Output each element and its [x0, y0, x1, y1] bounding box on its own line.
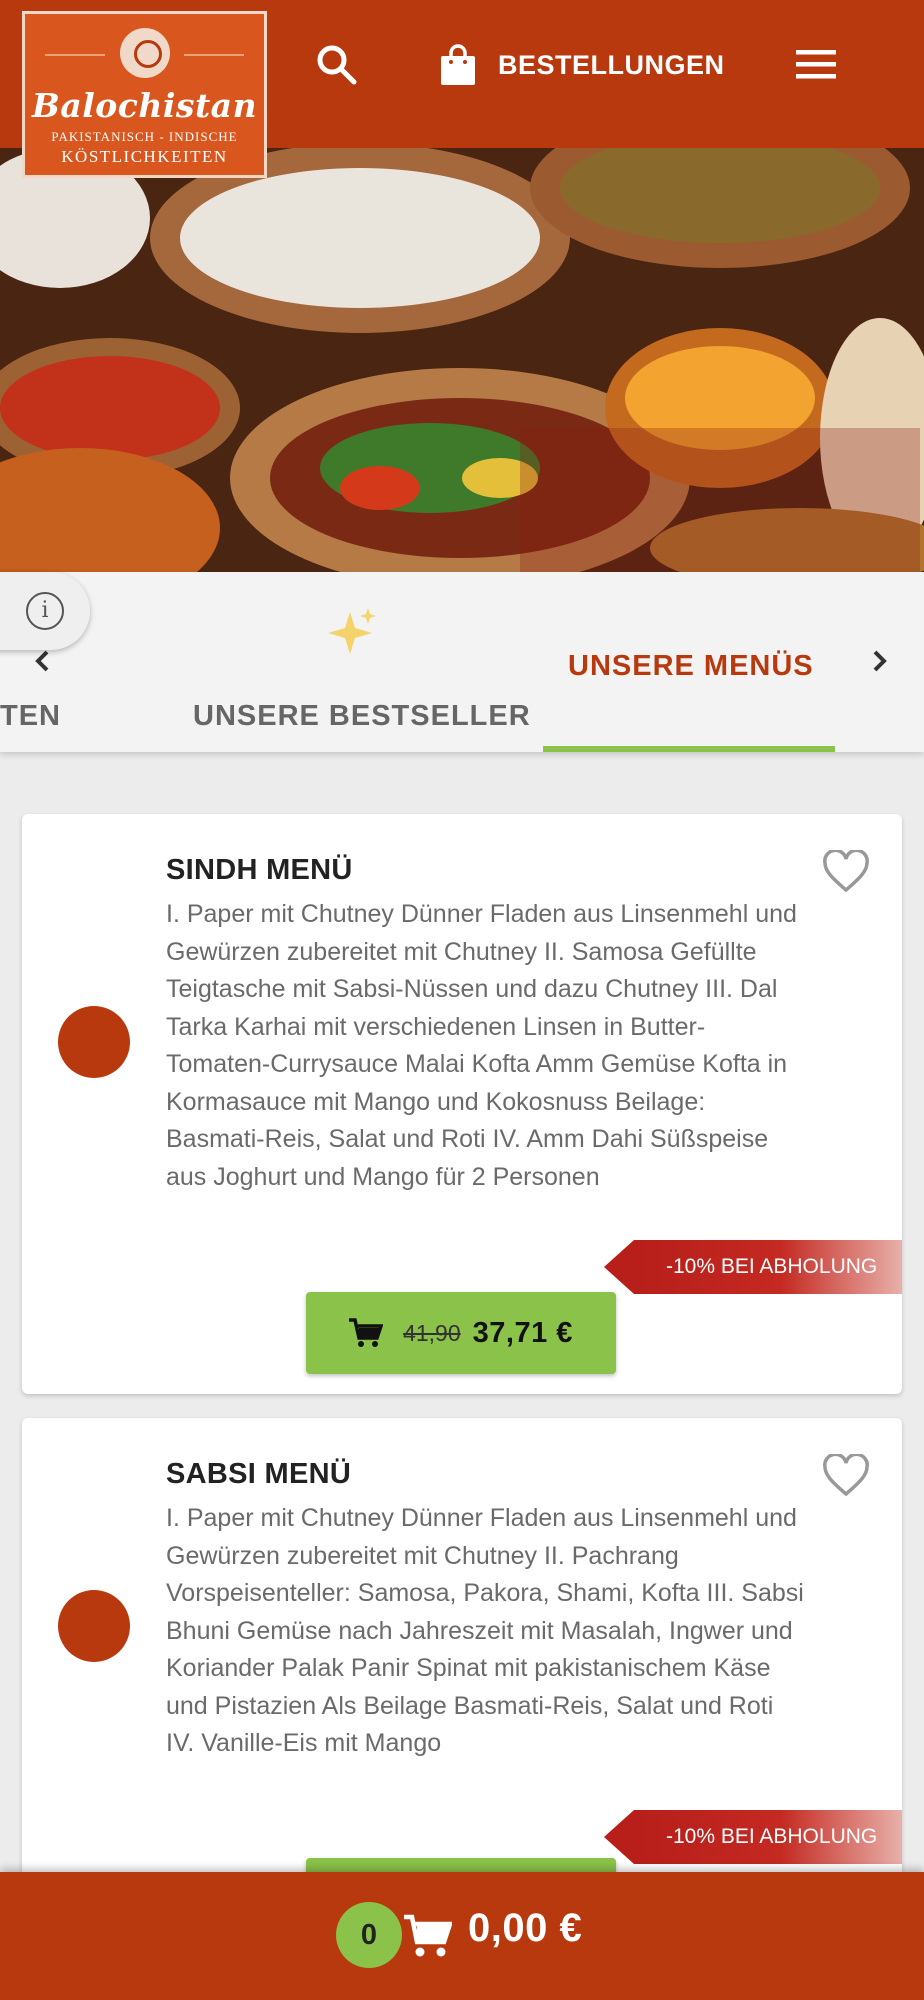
cart-count-badge: 0: [336, 1902, 402, 1968]
flourish-left: [45, 54, 105, 56]
logo-brand: Balochistan: [31, 86, 258, 125]
info-button[interactable]: i: [0, 572, 90, 650]
heart-icon[interactable]: [822, 850, 870, 894]
category-dot: [58, 1590, 130, 1662]
pickup-discount-badge: -10% BEI ABHOLUNG: [604, 1240, 902, 1294]
cart-bar[interactable]: 0 0,00 €: [0, 1872, 924, 2000]
hamburger-menu-icon[interactable]: [796, 48, 836, 80]
orders-label: BESTELLUNGEN: [498, 49, 725, 80]
orders-button[interactable]: BESTELLUNGEN: [440, 40, 725, 90]
category-dot: [58, 1006, 130, 1078]
flourish-right: [184, 54, 244, 56]
menu-card-sabsi[interactable]: SABSI MENÜ I. Paper mit Chutney Dünner F…: [22, 1418, 902, 1940]
sparkle-icon: [328, 608, 376, 654]
hero-food-image: [0, 148, 924, 572]
shopping-bag-icon: [441, 44, 475, 85]
chevron-right-icon[interactable]: [866, 648, 892, 674]
add-to-cart-button[interactable]: 41,90 37,71 €: [306, 1292, 616, 1374]
heart-icon[interactable]: [822, 1454, 870, 1498]
menu-card-sindh[interactable]: SINDH MENÜ I. Paper mit Chutney Dünner F…: [22, 814, 902, 1394]
add-cart-icon: [349, 1318, 384, 1347]
hero-illustration: [0, 148, 924, 572]
current-price: 37,71 €: [472, 1316, 573, 1349]
menu-title: SINDH MENÜ: [166, 854, 353, 886]
info-icon: i: [26, 592, 64, 630]
cart-total: 0,00 €: [468, 1906, 583, 1950]
restaurant-logo[interactable]: Balochistan PAKISTANISCH - INDISCHE KÖST…: [22, 11, 267, 178]
rose-emblem-icon: [119, 28, 170, 78]
menu-description: I. Paper mit Chutney Dünner Fladen aus L…: [166, 1504, 804, 1757]
active-tab-indicator: [543, 746, 835, 752]
menu-description: I. Paper mit Chutney Dünner Fladen aus L…: [166, 900, 797, 1191]
tab-menus[interactable]: UNSERE MENÜS: [568, 650, 814, 683]
menu-title: SABSI MENÜ: [166, 1458, 352, 1490]
tab-bestseller[interactable]: UNSERE BESTSELLER: [193, 700, 531, 733]
shopping-cart-icon: [404, 1914, 452, 1957]
logo-tagline-2: KÖSTLICHKEITEN: [61, 147, 228, 166]
pickup-discount-badge: -10% BEI ABHOLUNG: [604, 1810, 902, 1864]
search-icon[interactable]: [314, 42, 358, 86]
logo-tagline-1: PAKISTANISCH - INDISCHE: [51, 129, 238, 144]
chevron-left-icon[interactable]: [30, 648, 56, 674]
tab-previous-category[interactable]: TEN: [0, 700, 61, 733]
old-price: 41,90: [403, 1319, 461, 1346]
